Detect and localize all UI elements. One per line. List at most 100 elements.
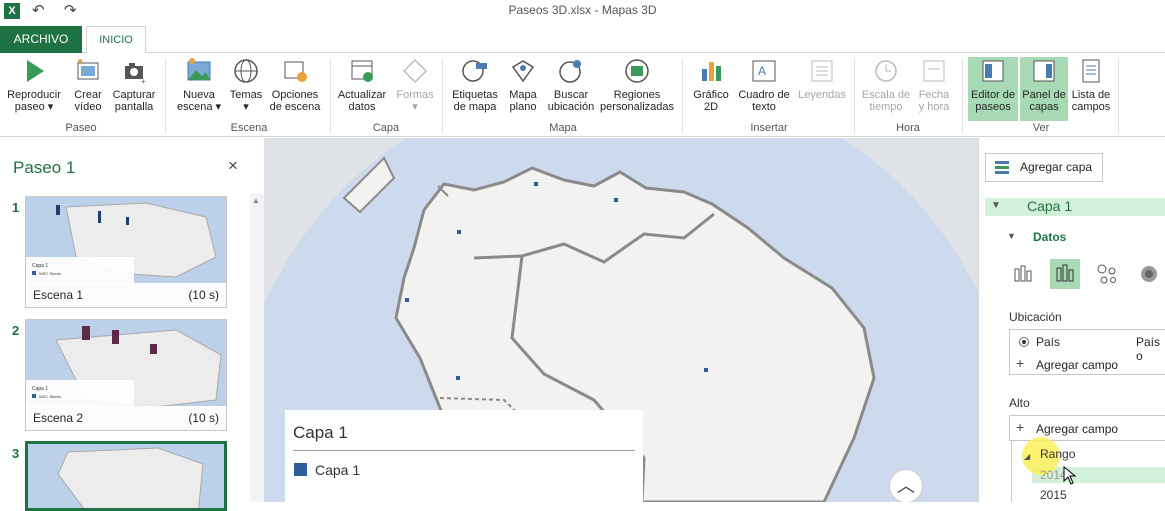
bubble-button[interactable] xyxy=(1092,259,1122,289)
scene-options-label-2: de escena xyxy=(269,101,321,113)
separator xyxy=(962,59,963,133)
tour-editor-button[interactable]: Editor de paseos xyxy=(968,57,1018,121)
refresh-label-2: datos xyxy=(348,101,376,113)
group-ver-label: Ver xyxy=(1032,122,1050,134)
scene-number: 1 xyxy=(12,200,20,215)
scene-caption: Escena 2 (10 s) xyxy=(26,406,226,430)
layer-name: Capa 1 xyxy=(1027,198,1073,214)
field-list-label-1: Lista de xyxy=(1071,89,1111,101)
scrollbar[interactable]: ▲ xyxy=(250,194,264,502)
chevron-up-icon[interactable]: ︿ xyxy=(889,469,923,502)
mouse-cursor-icon xyxy=(1063,466,1077,485)
add-layer-label: Agregar capa xyxy=(1020,160,1093,174)
stacked-column-button[interactable] xyxy=(1008,259,1038,289)
scene-name: Escena 1 xyxy=(33,288,84,302)
scene-duration: (10 s) xyxy=(188,411,219,425)
text-box-button[interactable]: A Cuadro de texto xyxy=(736,57,792,121)
shapes-label-1: Formas xyxy=(396,89,434,101)
play-icon xyxy=(27,60,44,82)
legends-button[interactable]: Leyendas xyxy=(796,57,848,121)
legend-title: Capa 1 xyxy=(293,423,348,442)
refresh-data-button[interactable]: Actualizar datos xyxy=(336,57,388,121)
tab-home[interactable]: INICIO xyxy=(86,26,146,54)
themes-label-1: Temas xyxy=(229,89,263,101)
collapse-range-icon[interactable]: ◢ xyxy=(1024,452,1030,461)
refresh-icon xyxy=(351,60,373,82)
new-scene-button[interactable]: Nueva escena ▾ xyxy=(176,57,222,121)
themes-button[interactable]: Temas ▾ xyxy=(228,57,264,121)
play-label-2: paseo ▾ xyxy=(14,101,54,113)
scene-number: 2 xyxy=(12,323,20,338)
map-legend[interactable]: Capa 1 Capa 1 xyxy=(285,410,643,502)
legend-item-label: Capa 1 xyxy=(315,462,361,478)
add-layer-button[interactable]: Agregar capa xyxy=(985,153,1103,182)
capture-label-1: Capturar xyxy=(112,89,156,101)
separator xyxy=(165,59,166,133)
scene-number: 3 xyxy=(12,446,20,461)
globe-icon xyxy=(234,59,258,83)
clustered-column-button[interactable] xyxy=(1050,259,1080,289)
layer-row[interactable]: ▼ Capa 1 xyxy=(985,198,1165,216)
scene-options-label-1: Opciones xyxy=(271,89,319,101)
video-icon xyxy=(77,59,99,80)
find-location-label-2: ubicación xyxy=(547,101,595,113)
layer-pane-icon xyxy=(1033,60,1055,82)
title-bar: X ↶ ↷ Paseos 3D.xlsx - Mapas 3D xyxy=(0,0,1165,22)
capture-screen-button[interactable]: + Capturar pantalla xyxy=(110,57,158,121)
ribbon-tabs: ARCHIVO INICIO xyxy=(0,26,1165,54)
plus-icon: + xyxy=(1016,355,1025,371)
shapes-button[interactable]: Formas ▾ xyxy=(394,57,436,121)
heatmap-button[interactable] xyxy=(1134,259,1164,289)
layer-pane-button[interactable]: Panel de capas xyxy=(1020,57,1068,121)
clock-icon xyxy=(875,60,897,82)
scene-thumbnail-2[interactable]: Capa 1 WSC Stores Escena 2 (10 s) xyxy=(25,319,227,431)
date-time-button[interactable]: Fecha y hora xyxy=(914,57,954,121)
field-list-button[interactable]: Lista de campos xyxy=(1070,57,1112,121)
group-insertar-label: Insertar xyxy=(750,122,788,134)
scene-thumbnail-3[interactable] xyxy=(25,441,227,511)
scene-options-button[interactable]: Opciones de escena xyxy=(268,57,322,121)
tour-editor-label-2: paseos xyxy=(975,101,1011,113)
data-section-label: Datos xyxy=(1033,230,1067,244)
scene-duration: (10 s) xyxy=(188,288,219,302)
height-add-field[interactable]: + Agregar campo xyxy=(1009,415,1165,441)
play-tour-button[interactable]: Reproducir paseo ▾ xyxy=(4,57,64,121)
find-location-label-1: Buscar xyxy=(553,89,589,101)
collapse-icon[interactable]: ▼ xyxy=(991,200,1001,211)
timeline-label-1: Escala de xyxy=(861,89,911,101)
map-labels-button[interactable]: Etiquetas de mapa xyxy=(450,57,500,121)
timeline-button[interactable]: Escala de tiempo xyxy=(860,57,912,121)
separator xyxy=(682,59,683,133)
themes-label-2: ▾ xyxy=(243,101,249,113)
legend-divider xyxy=(293,450,635,451)
map-view[interactable]: Capa 1 Capa 1 ︿ xyxy=(264,138,978,502)
location-field-box: País País o + Agregar campo xyxy=(1009,329,1165,375)
new-scene-icon xyxy=(187,58,211,81)
field-tree-border xyxy=(1011,441,1012,502)
range-label[interactable]: Rango xyxy=(1040,447,1075,461)
data-section-header[interactable]: ▼ Datos xyxy=(1007,230,1067,244)
video-label-1: Crear xyxy=(74,89,102,101)
svg-text:WSC Stores: WSC Stores xyxy=(39,271,61,276)
play-label-1: Reproducir xyxy=(7,89,61,101)
separator xyxy=(854,59,855,133)
height-label: Alto xyxy=(1009,396,1030,410)
scene-thumbnail-1[interactable]: Capa 1 WSC Stores Escena 1 (10 s) xyxy=(25,196,227,308)
group-mapa-label: Mapa xyxy=(549,122,577,134)
radio-icon[interactable] xyxy=(1019,337,1029,347)
year-item[interactable]: 2015 xyxy=(1040,488,1067,502)
text-box-label-2: texto xyxy=(752,101,776,113)
tab-file[interactable]: ARCHIVO xyxy=(0,26,82,53)
find-location-button[interactable]: Buscar ubicación xyxy=(546,57,596,121)
close-icon[interactable]: × xyxy=(228,156,238,176)
location-add-field[interactable]: + Agregar campo xyxy=(1010,353,1165,375)
flat-map-button[interactable]: Mapa plano xyxy=(504,57,542,121)
custom-regions-button[interactable]: Regiones personalizadas xyxy=(600,57,674,121)
legend-icon xyxy=(811,60,833,82)
svg-text:Capa 1: Capa 1 xyxy=(32,263,48,269)
location-field-row[interactable]: País País o xyxy=(1010,330,1165,363)
chart-2d-button[interactable]: Gráfico 2D xyxy=(690,57,732,121)
create-video-button[interactable]: Crear vídeo xyxy=(68,57,108,121)
scroll-up-icon[interactable]: ▲ xyxy=(252,196,260,205)
camera-icon: + xyxy=(125,63,146,85)
